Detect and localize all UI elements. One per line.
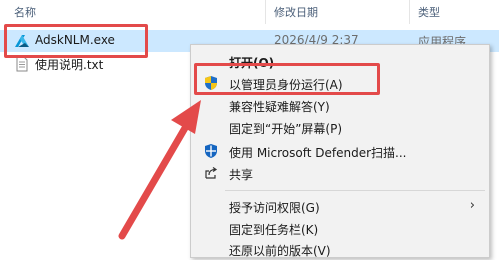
menu-item-label: 还原以前的版本(V) [229,244,331,258]
column-header-name[interactable]: 名称 [14,4,36,20]
menu-item-grant-access[interactable]: 授予访问权限(G) › [191,195,489,217]
menu-item-run-as-admin[interactable]: 以管理员身份运行(A) [191,72,489,94]
submenu-arrow-icon: › [469,198,475,213]
file-name: AdskNLM.exe [35,33,115,47]
column-header-bar: 名称 修改日期 类型 [0,0,499,24]
menu-item-label: 固定到任务栏(K) [229,223,319,237]
file-name: 使用说明.txt [35,58,104,72]
menu-item-defender-scan[interactable]: 使用 Microsoft Defender扫描... [191,140,489,162]
column-divider[interactable] [265,0,266,24]
menu-item-open[interactable]: 打开(O) [191,50,489,72]
defender-shield-icon [205,144,217,158]
context-menu: 打开(O) 以管理员身份运行(A) 兼容性疑难解答(Y) 固定到“开始”屏幕(P… [190,44,490,258]
menu-item-pin-to-start[interactable]: 固定到“开始”屏幕(P) [191,116,489,138]
menu-item-restore-previous[interactable]: 还原以前的版本(V) [191,238,489,260]
menu-item-label: 使用 Microsoft Defender扫描... [229,146,407,160]
menu-item-share[interactable]: 共享 [191,162,489,184]
menu-item-label: 固定到“开始”屏幕(P) [229,122,343,136]
uac-shield-icon [205,76,217,90]
menu-item-label: 打开(O) [229,56,275,70]
share-icon [205,167,218,179]
menu-item-label: 兼容性疑难解答(Y) [229,100,330,114]
column-divider[interactable] [409,0,410,24]
text-document-icon [16,56,28,72]
menu-item-label: 以管理员身份运行(A) [229,78,343,92]
menu-item-label: 授予访问权限(G) [229,201,320,215]
menu-item-compat-troubleshoot[interactable]: 兼容性疑难解答(Y) [191,94,489,116]
column-header-date[interactable]: 修改日期 [274,4,318,20]
menu-item-label: 共享 [229,168,254,182]
autodesk-logo-icon [15,35,29,47]
menu-item-pin-to-taskbar[interactable]: 固定到任务栏(K) [191,217,489,239]
column-header-type[interactable]: 类型 [418,4,440,20]
menu-separator [225,190,485,191]
